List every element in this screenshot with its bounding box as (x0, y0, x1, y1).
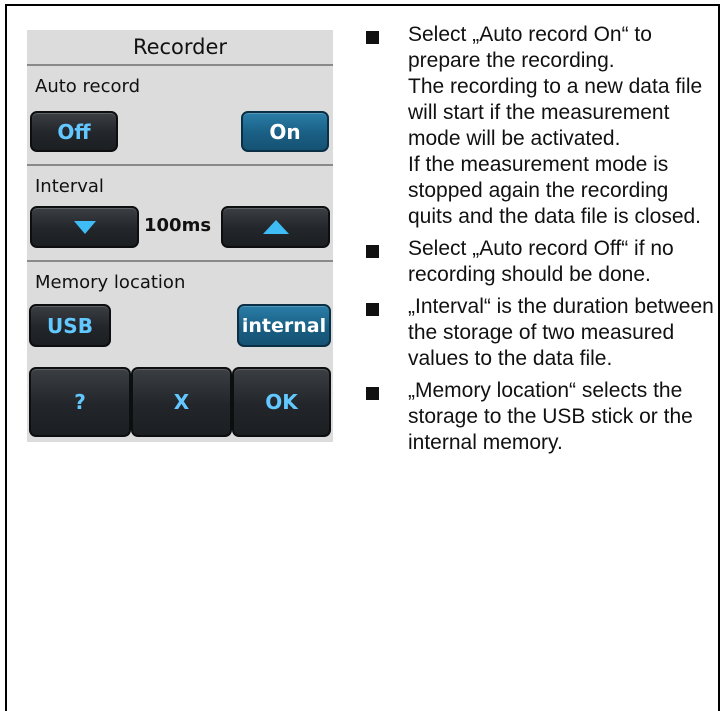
instruction-text: „Memory location“ selects the storage to… (408, 379, 693, 454)
square-bullet-icon (366, 245, 379, 258)
list-item: Select „Auto record Off“ if no recording… (360, 236, 715, 288)
arrow-down-icon (73, 220, 96, 234)
list-item: „Memory location“ selects the storage to… (360, 378, 715, 456)
ok-button[interactable]: OK (232, 367, 331, 437)
memory-usb-button[interactable]: USB (29, 304, 111, 347)
square-bullet-icon (366, 31, 379, 44)
square-bullet-icon (366, 303, 379, 316)
instruction-text: The recording to a new data file will st… (408, 75, 703, 150)
interval-increase-button[interactable] (221, 206, 330, 248)
frame-right-border (718, 4, 720, 711)
square-bullet-icon (366, 387, 379, 400)
memory-location-label: Memory location (35, 272, 186, 293)
memory-internal-button[interactable]: internal (237, 304, 331, 347)
instruction-text: „Interval“ is the duration between the s… (408, 295, 714, 370)
arrow-up-icon (262, 220, 289, 234)
instruction-list: Select „Auto record On“ to prepare the r… (360, 22, 715, 462)
list-item: „Interval“ is the duration between the s… (360, 294, 715, 372)
interval-label: Interval (35, 176, 104, 197)
instruction-text: Select „Auto record Off“ if no recording… (408, 237, 674, 286)
instruction-text: If the measurement mode is stopped again… (408, 153, 702, 228)
list-item: Select „Auto record On“ to prepare the r… (360, 22, 715, 230)
divider (27, 260, 333, 262)
instruction-text: Select „Auto record On“ to prepare the r… (408, 23, 652, 72)
divider (27, 164, 333, 166)
frame-top-border (5, 4, 720, 6)
interval-value: 100ms (144, 215, 212, 236)
recorder-screen: Recorder Auto record Off On Interval 100… (27, 30, 333, 442)
frame-left-border (5, 4, 7, 711)
help-button[interactable]: ? (29, 367, 131, 437)
auto-record-on-button[interactable]: On (241, 111, 329, 152)
recorder-title: Recorder (132, 35, 228, 59)
interval-decrease-button[interactable] (30, 206, 139, 248)
auto-record-off-button[interactable]: Off (30, 111, 118, 152)
auto-record-label: Auto record (35, 76, 141, 97)
divider (27, 64, 333, 66)
cancel-button[interactable]: X (131, 367, 232, 437)
